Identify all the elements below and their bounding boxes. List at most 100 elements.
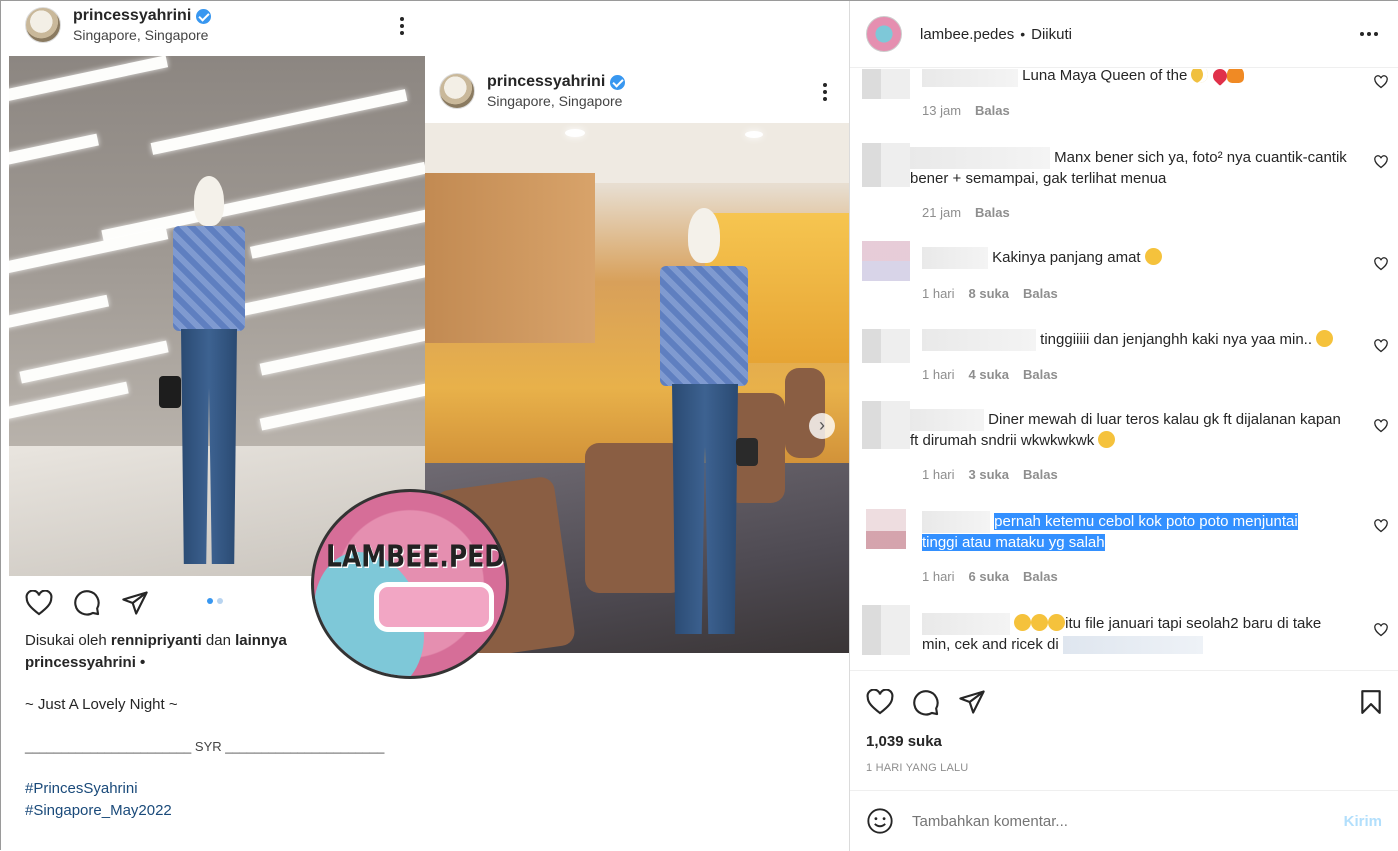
comment-like-icon[interactable]: [1374, 155, 1388, 169]
commenter-avatar[interactable]: [862, 329, 910, 363]
post-location[interactable]: Singapore, Singapore: [73, 27, 211, 43]
comment-like-icon[interactable]: [1374, 257, 1388, 271]
comment-time[interactable]: 1 hari: [922, 286, 955, 301]
like-heart-icon[interactable]: [25, 590, 53, 616]
comment-text: tinggiiiii dan jenjanghh kaki nya yaa mi…: [1040, 330, 1313, 348]
comment-likes-count[interactable]: 6 suka: [969, 569, 1009, 584]
person-figure: [159, 171, 259, 576]
commenter-name[interactable]: [922, 247, 988, 269]
inner-post-location[interactable]: Singapore, Singapore: [487, 93, 625, 109]
inner-post-username[interactable]: princessyahrini: [487, 73, 605, 91]
reply-button[interactable]: Balas: [1023, 467, 1058, 482]
comment-time[interactable]: 1 hari: [922, 467, 955, 482]
carousel-indicator: [207, 598, 223, 604]
surprised-emoji-icon: [1144, 247, 1162, 265]
post-media-area: princessyahrini Singapore, Singapore pri…: [1, 1, 849, 851]
commenter-avatar[interactable]: [862, 241, 910, 281]
post-username[interactable]: princessyahrini: [73, 7, 191, 25]
comment-icon[interactable]: [73, 589, 101, 617]
share-icon[interactable]: [121, 590, 149, 616]
verified-badge-icon: [610, 74, 626, 90]
laughing-emoji-icon: [1031, 613, 1049, 631]
panel-actions: 1,039 suka 1 HARI YANG LALU: [850, 670, 1398, 790]
fire-emoji-icon: [1226, 69, 1244, 83]
bookmark-icon[interactable]: [1360, 689, 1382, 715]
commenter-name[interactable]: [910, 409, 984, 431]
commenter-name[interactable]: [910, 147, 1050, 169]
comment-text: Kakinya panjang amat: [992, 248, 1141, 266]
comments-panel: lambee.pedes • Diikuti Luna Maya Queen o…: [849, 1, 1398, 851]
avatar[interactable]: [25, 7, 61, 43]
liked-by-others-link[interactable]: lainnya: [235, 632, 287, 649]
post-photo-1: [9, 56, 425, 576]
comment-like-icon[interactable]: [1374, 75, 1388, 89]
liked-by-user-link[interactable]: rennipriyanti: [111, 632, 202, 649]
comment-time[interactable]: 21 jam: [922, 205, 961, 220]
emoji-picker-icon[interactable]: [866, 807, 894, 835]
commenter-name[interactable]: [922, 613, 1010, 635]
person-figure: [650, 208, 760, 648]
panel-header: lambee.pedes • Diikuti: [850, 1, 1398, 68]
avatar[interactable]: [866, 16, 902, 52]
comment-input[interactable]: [912, 812, 1312, 830]
verified-badge-icon: [196, 8, 212, 24]
caption-username[interactable]: princessyahrini •: [25, 654, 145, 671]
likes-count[interactable]: 1,039 suka: [866, 733, 942, 750]
watermark-logo: LAMBEE.PEDES: [311, 489, 509, 679]
laughing-emoji-icon: [1316, 329, 1334, 347]
reply-button[interactable]: Balas: [1023, 286, 1058, 301]
laughing-emoji-icon: [1014, 613, 1032, 631]
comment-likes-count[interactable]: 4 suka: [969, 367, 1009, 382]
comment-icon[interactable]: [912, 689, 940, 717]
comments-list: Luna Maya Queen of the 13 jam Balas Manx …: [850, 69, 1398, 669]
comment-time[interactable]: 1 hari: [922, 367, 955, 382]
like-heart-icon[interactable]: [866, 689, 894, 715]
comment-text-selected: tinggi atau mataku yg salah: [922, 534, 1105, 551]
commenter-name[interactable]: [922, 511, 990, 533]
hashtag-link[interactable]: #Singapore_May2022: [25, 800, 415, 822]
panel-username[interactable]: lambee.pedes: [920, 26, 1014, 43]
reply-button[interactable]: Balas: [975, 103, 1010, 118]
comment-time[interactable]: 1 hari: [922, 569, 955, 584]
laughing-emoji-icon: [1098, 431, 1116, 448]
hashtag-link[interactable]: #PrincesSyahrini: [25, 778, 415, 800]
comment-likes-count[interactable]: 8 suka: [969, 286, 1009, 301]
comment-composer: Kirim: [850, 790, 1398, 851]
caption-signature: _______________________ SYR ____________…: [25, 739, 385, 754]
commenter-avatar[interactable]: [862, 401, 910, 449]
commenter-avatar[interactable]: [862, 69, 910, 99]
post-timestamp[interactable]: 1 HARI YANG LALU: [866, 762, 968, 774]
comment-like-icon[interactable]: [1374, 623, 1388, 637]
watermark-text: LAMBEE.PEDES: [326, 539, 506, 574]
reply-button[interactable]: Balas: [1023, 367, 1058, 382]
next-slide-button[interactable]: ›: [809, 413, 835, 439]
share-icon[interactable]: [958, 689, 986, 715]
commenter-name[interactable]: [922, 329, 1036, 351]
separator-dot: •: [1020, 26, 1026, 42]
comment-likes-count[interactable]: 3 suka: [969, 467, 1009, 482]
commenter-avatar[interactable]: [866, 509, 906, 549]
blurred-mention: [1062, 636, 1203, 655]
comment-like-icon[interactable]: [1374, 419, 1388, 433]
comment-like-icon[interactable]: [1374, 339, 1388, 353]
more-options-icon[interactable]: [1360, 32, 1378, 36]
follow-status-button[interactable]: Diikuti: [1031, 26, 1072, 43]
comment-like-icon[interactable]: [1374, 519, 1388, 533]
commenter-avatar[interactable]: [862, 143, 910, 187]
avatar[interactable]: [439, 73, 475, 109]
send-comment-button[interactable]: Kirim: [1344, 813, 1382, 830]
moon-emoji-icon: [1191, 69, 1209, 83]
reply-button[interactable]: Balas: [1023, 569, 1058, 584]
outer-post-actions: [25, 589, 149, 617]
inner-more-options-icon[interactable]: [823, 83, 827, 104]
comment-text: Luna Maya Queen of the: [1022, 69, 1188, 84]
reply-button[interactable]: Balas: [975, 205, 1010, 220]
screenshot-frame: princessyahrini Singapore, Singapore pri…: [0, 0, 1398, 851]
commenter-avatar[interactable]: [862, 605, 910, 655]
outer-post-header: princessyahrini Singapore, Singapore: [25, 7, 212, 43]
comment-time[interactable]: 13 jam: [922, 103, 961, 118]
more-options-icon[interactable]: [400, 17, 404, 38]
commenter-name[interactable]: [922, 69, 1018, 87]
comment-text-selected: pernah ketemu cebol kok poto poto menjun…: [994, 512, 1298, 530]
inner-post-header: princessyahrini Singapore, Singapore: [439, 73, 626, 109]
